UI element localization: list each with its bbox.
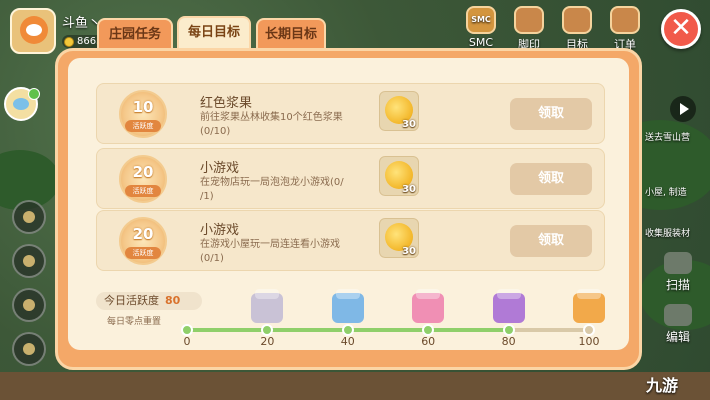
daily-activity-value: 80: [165, 294, 181, 307]
milestone-label: 60: [421, 335, 436, 348]
badge-value: 20: [132, 163, 154, 181]
emote-icon-button[interactable]: [12, 244, 46, 278]
task-title: 小游戏: [200, 223, 240, 238]
reward-chest-icon[interactable]: [573, 289, 605, 323]
badge-label: 活跃度: [125, 247, 161, 259]
scan-icon: [664, 252, 692, 274]
reward-quantity: 30: [402, 119, 416, 130]
activity-badge: 20 活跃度: [119, 155, 167, 203]
task-row: 20 活跃度 小游戏 在游戏小屋玩一局连连看小游戏 (0/1) 30 领取: [96, 210, 605, 271]
tab-long-term-goals[interactable]: 长期目标: [256, 18, 326, 50]
task-description: 前往浆果丛林收集10个红色浆果 (0/10): [200, 111, 380, 139]
reward-quantity: 30: [402, 246, 416, 257]
claim-button[interactable]: 领取: [510, 225, 592, 257]
quest-note: 小屋, 制造: [645, 188, 687, 198]
activity-badge: 10 活跃度: [119, 90, 167, 138]
reset-note: 每日零点重置: [107, 317, 162, 327]
tab-daily-goals[interactable]: 每日目标: [177, 16, 251, 52]
task-title: 红色浆果: [200, 96, 253, 111]
avatar[interactable]: [10, 8, 56, 54]
quest-note: 收集服装材: [645, 229, 691, 239]
task-progress: (0/1): [200, 253, 224, 264]
compass-icon-button[interactable]: [12, 332, 46, 366]
reward-chest-icon[interactable]: [251, 289, 284, 323]
task-progress: (0/10): [200, 126, 231, 137]
badge-label: 活跃度: [125, 120, 161, 132]
reward-item: 30: [379, 156, 419, 196]
task-description: 在游戏小屋玩一局连连看小游戏 (0/1): [200, 238, 380, 266]
reward-item: 30: [379, 218, 419, 258]
claim-button[interactable]: 领取: [510, 163, 592, 195]
top-menu-footprint[interactable]: 脚印: [510, 6, 548, 52]
edit-button[interactable]: 编辑: [664, 304, 692, 345]
reward-chest-icon[interactable]: [492, 289, 525, 323]
reward-chest-icon[interactable]: [331, 289, 364, 323]
reward-chest-icon[interactable]: [412, 289, 445, 323]
top-menu: SMC SMC 脚印 目标 订单: [462, 6, 644, 52]
goal-icon: [562, 6, 592, 34]
edit-label: 编辑: [665, 330, 690, 344]
task-progress: /1): [200, 191, 214, 202]
top-menu-smc[interactable]: SMC SMC: [462, 6, 500, 52]
footprint-icon: [514, 6, 544, 34]
daily-activity-title: 今日活跃度: [104, 294, 159, 307]
top-menu-order[interactable]: 订单: [606, 6, 644, 52]
order-icon: [610, 6, 640, 34]
activity-badge: 20 活跃度: [119, 217, 167, 265]
milestone-label: 100: [578, 335, 600, 348]
milestone-label: 0: [183, 335, 191, 348]
top-menu-goal[interactable]: 目标: [558, 6, 596, 52]
task-title: 小游戏: [200, 161, 240, 176]
task-description-text: 在游戏小屋玩一局连连看小游戏: [200, 239, 340, 250]
task-row: 20 活跃度 小游戏 在宠物店玩一局泡泡龙小游戏(0/ /1) 30 领取: [96, 148, 605, 209]
wifi-icon: [28, 88, 40, 100]
smc-icon: SMC: [466, 6, 496, 34]
milestone-label: 40: [340, 335, 355, 348]
scan-button[interactable]: 扫描: [664, 252, 692, 293]
milestone-label: 20: [260, 335, 275, 348]
close-button[interactable]: ✕: [661, 9, 701, 49]
edit-icon: [664, 304, 692, 326]
badge-label: 活跃度: [125, 185, 161, 197]
tab-manor-tasks[interactable]: 庄园任务: [97, 18, 173, 50]
site-logo: 九游: [646, 376, 679, 395]
activity-progress-track: [187, 328, 589, 332]
task-description-text: 前往浆果丛林收集10个红色浆果: [200, 112, 343, 123]
claim-button[interactable]: 领取: [510, 98, 592, 130]
quest-note: 送去雪山营: [645, 133, 691, 143]
coin-icon: [64, 36, 74, 47]
reward-quantity: 30: [402, 184, 416, 195]
play-icon[interactable]: [670, 96, 696, 122]
bike-icon-button[interactable]: [12, 200, 46, 234]
daily-activity-label: 今日活跃度 80: [96, 292, 202, 310]
gesture-icon-button[interactable]: [12, 288, 46, 322]
milestone-label: 80: [501, 335, 516, 348]
task-row: 10 活跃度 红色浆果 前往浆果丛林收集10个红色浆果 (0/10) 30 领取: [96, 83, 605, 144]
task-description-text: 在宠物店玩一局泡泡龙小游戏(0/: [200, 177, 344, 188]
reward-item: 30: [379, 91, 419, 131]
badge-value: 20: [132, 225, 154, 243]
badge-value: 10: [132, 98, 154, 116]
task-description: 在宠物店玩一局泡泡龙小游戏(0/ /1): [200, 176, 380, 204]
scan-label: 扫描: [665, 278, 690, 292]
ground-strip: [0, 372, 710, 400]
